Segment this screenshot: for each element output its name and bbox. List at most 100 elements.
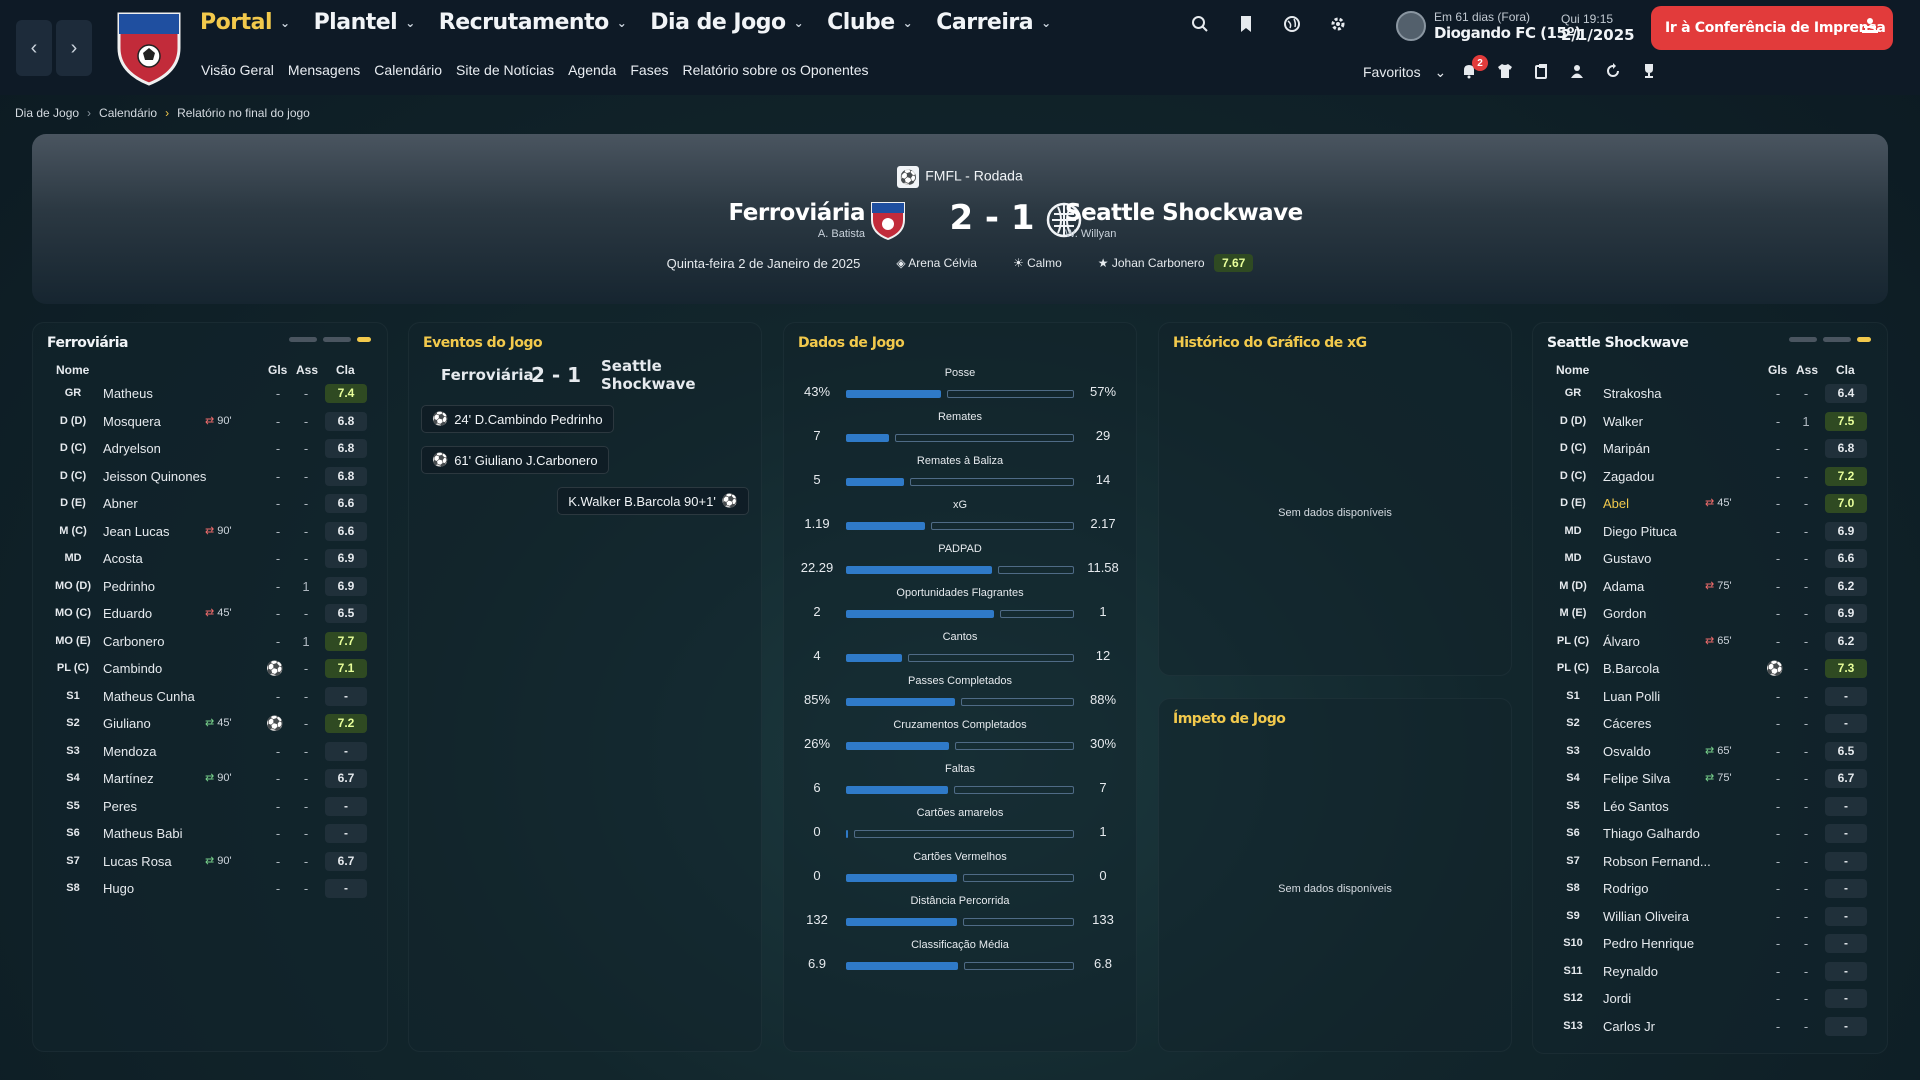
player-row[interactable]: D (C) Adryelson - - 6.8 [33, 436, 387, 464]
player-name[interactable]: Pedrinho [103, 579, 155, 594]
menu-portal[interactable]: Portal ⌄ [200, 10, 290, 35]
player-row[interactable]: S12 Jordi - - - [1533, 986, 1887, 1014]
page-dot[interactable] [1823, 337, 1851, 342]
player-name[interactable]: Luan Polli [1603, 689, 1660, 704]
menu-clube[interactable]: Clube ⌄ [827, 10, 913, 35]
page-dot[interactable] [289, 337, 317, 342]
player-row[interactable]: MD Gustavo - - 6.6 [1533, 546, 1887, 574]
player-row[interactable]: S6 Matheus Babi - - - [33, 821, 387, 849]
player-row[interactable]: PL (C) B.Barcola ⚽ - 7.3 [1533, 656, 1887, 684]
player-row[interactable]: S7 Lucas Rosa ⇄ 90' - -6.7 [33, 849, 387, 877]
player-row[interactable]: S13 Carlos Jr - - - [1533, 1014, 1887, 1042]
submenu-site-noticias[interactable]: Site de Notícias [456, 62, 554, 78]
player-name[interactable]: Carlos Jr [1603, 1019, 1655, 1034]
menu-carreira[interactable]: Carreira ⌄ [936, 10, 1051, 35]
player-name[interactable]: Abel [1603, 496, 1629, 511]
player-name[interactable]: Carbonero [103, 634, 164, 649]
page-dot-active[interactable] [357, 337, 371, 342]
player-row[interactable]: M (E) Gordon - - 6.9 [1533, 601, 1887, 629]
player-row[interactable]: D (D) Mosquera ⇄ 90' - -6.8 [33, 409, 387, 437]
player-name[interactable]: Pedro Henrique [1603, 936, 1694, 951]
club-crest[interactable] [114, 8, 184, 86]
search-icon[interactable] [1190, 14, 1210, 34]
submenu-relatorio-oponentes[interactable]: Relatório sobre os Oponentes [682, 62, 868, 78]
player-row[interactable]: MO (C) Eduardo ⇄ 45' - - 6.5 [33, 601, 387, 629]
player-name[interactable]: Abner [103, 496, 138, 511]
player-name[interactable]: Strakosha [1603, 386, 1662, 401]
player-row[interactable]: D (C) Zagadou - -7.2 [1533, 464, 1887, 492]
player-name[interactable]: Zagadou [1603, 469, 1654, 484]
player-row[interactable]: S5 Peres - - - [33, 794, 387, 822]
favorites-dropdown[interactable]: Favoritos ⌄ [1363, 64, 1446, 81]
player-name[interactable]: Peres [103, 799, 137, 814]
event-item[interactable]: K.Walker B.Barcola 90+1' ⚽ [557, 487, 749, 515]
breadcrumb-calendario[interactable]: Calendário [99, 106, 157, 120]
player-name[interactable]: Maripán [1603, 441, 1650, 456]
player-name[interactable]: Walker [1603, 414, 1643, 429]
player-row[interactable]: MD Acosta - - 6.9 [33, 546, 387, 574]
player-row[interactable]: MO (D) Pedrinho - 1 6.9 [33, 574, 387, 602]
player-row[interactable]: M (D) Adama ⇄ 75' - -6.2 [1533, 574, 1887, 602]
player-row[interactable]: S7 Robson Fernand... - - - [1533, 849, 1887, 877]
player-name[interactable]: Rodrigo [1603, 881, 1649, 896]
player-name[interactable]: Adama [1603, 579, 1644, 594]
breadcrumb-dia-de-jogo[interactable]: Dia de Jogo [15, 106, 79, 120]
player-row[interactable]: GR Matheus - - 7.4 [33, 381, 387, 409]
player-of-match[interactable]: ★ Johan Carbonero 7.67 [1098, 254, 1254, 272]
submenu-visao-geral[interactable]: Visão Geral [201, 62, 274, 78]
submenu-calendario[interactable]: Calendário [374, 62, 442, 78]
player-row[interactable]: D (D) Walker - 1 7.5 [1533, 409, 1887, 437]
col-header-assists[interactable]: Ass [1796, 363, 1818, 377]
submenu-agenda[interactable]: Agenda [568, 62, 616, 78]
event-item[interactable]: ⚽ 24' D.Cambindo Pedrinho [421, 405, 614, 433]
player-name[interactable]: Acosta [103, 551, 143, 566]
player-name[interactable]: Reynaldo [1603, 964, 1658, 979]
player-name[interactable]: Matheus [103, 386, 153, 401]
shirt-icon[interactable] [1496, 62, 1514, 80]
trophy-icon[interactable] [1640, 62, 1658, 80]
player-row[interactable]: S9 Willian Oliveira - - - [1533, 904, 1887, 932]
player-name[interactable]: Felipe Silva [1603, 771, 1670, 786]
player-name[interactable]: Cáceres [1603, 716, 1651, 731]
player-name[interactable]: Lucas Rosa [103, 854, 172, 869]
player-name[interactable]: Eduardo [103, 606, 152, 621]
player-row[interactable]: PL (C) Álvaro ⇄ 65' - -6.2 [1533, 629, 1887, 657]
submenu-fases[interactable]: Fases [630, 62, 668, 78]
globe-icon[interactable] [1282, 14, 1302, 34]
player-row[interactable]: GR Strakosha - - 6.4 [1533, 381, 1887, 409]
press-conference-button[interactable]: Ir à Conferência de Imprensa [1651, 6, 1893, 50]
away-team[interactable]: Seattle Shockwave W. Willyan [1065, 200, 1303, 240]
player-row[interactable]: S6 Thiago Galhardo - - - [1533, 821, 1887, 849]
player-name[interactable]: Martínez [103, 771, 154, 786]
player-row[interactable]: S5 Léo Santos - - - [1533, 794, 1887, 822]
player-name[interactable]: Matheus Cunha [103, 689, 195, 704]
player-name[interactable]: Jean Lucas [103, 524, 170, 539]
forward-button[interactable]: › [56, 20, 92, 76]
player-row[interactable]: D (E) Abel ⇄ 45' - - 7.0 [1533, 491, 1887, 519]
player-row[interactable]: S3 Mendoza - - - [33, 739, 387, 767]
player-name[interactable]: Diego Pituca [1603, 524, 1677, 539]
player-name[interactable]: Matheus Babi [103, 826, 183, 841]
player-row[interactable]: M (C) Jean Lucas ⇄ 90' - -6.6 [33, 519, 387, 547]
col-header-rating[interactable]: Cla [336, 363, 355, 377]
home-team[interactable]: Ferroviária A. Batista [728, 200, 865, 240]
refresh-icon[interactable] [1604, 62, 1622, 80]
col-header-goals[interactable]: Gls [1768, 363, 1787, 377]
player-name[interactable]: Hugo [103, 881, 134, 896]
col-header-name[interactable]: Nome [56, 363, 89, 377]
player-name[interactable]: Gustavo [1603, 551, 1651, 566]
col-header-goals[interactable]: Gls [268, 363, 287, 377]
transfers-icon[interactable] [1532, 62, 1550, 80]
col-header-name[interactable]: Nome [1556, 363, 1589, 377]
player-name[interactable]: Osvaldo [1603, 744, 1651, 759]
player-name[interactable]: Robson Fernand... [1603, 854, 1711, 869]
player-row[interactable]: D (C) Maripán - - 6.8 [1533, 436, 1887, 464]
page-dot[interactable] [1789, 337, 1817, 342]
player-row[interactable]: S3 Osvaldo ⇄ 65' - -6.5 [1533, 739, 1887, 767]
player-name[interactable]: Willian Oliveira [1603, 909, 1689, 924]
col-header-rating[interactable]: Cla [1836, 363, 1855, 377]
competition-name[interactable]: FMFL - Rodada [925, 168, 1023, 184]
player-name[interactable]: Mendoza [103, 744, 156, 759]
player-name[interactable]: B.Barcola [1603, 661, 1659, 676]
submenu-mensagens[interactable]: Mensagens [288, 62, 360, 78]
